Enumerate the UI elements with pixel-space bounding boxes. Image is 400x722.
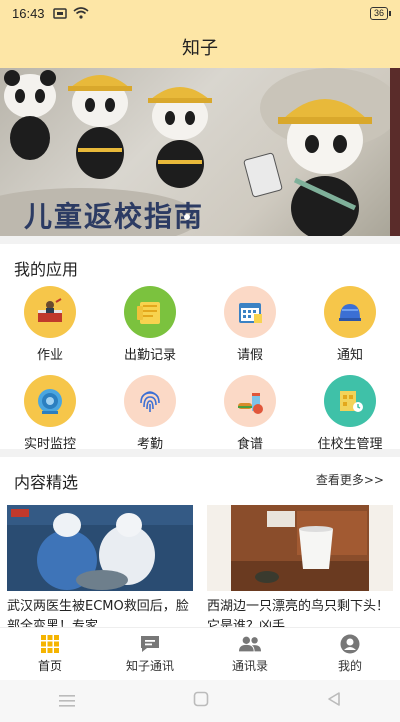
menu-icon[interactable] <box>59 692 75 711</box>
featured-content-section: 内容精选 查看更多>> 武汉两医生被ECMO救回后，脸部全变黑！专家... 西湖… <box>0 457 400 627</box>
bottom-tab-bar: 首页 知子通讯 通讯录 我的 <box>0 627 400 680</box>
app-notification[interactable]: 通知 <box>300 286 400 363</box>
app-homework[interactable]: 作业 <box>0 286 100 363</box>
app-label: 通知 <box>336 348 363 363</box>
app-leave[interactable]: 请假 <box>200 286 300 363</box>
status-bar: 16:43 36 <box>0 0 400 26</box>
status-icons <box>52 7 89 19</box>
article-thumbnail <box>207 505 393 591</box>
app-label: 请假 <box>236 348 263 363</box>
contacts-icon <box>239 634 261 654</box>
page-title: 知子 <box>182 38 218 59</box>
banner-carousel[interactable]: 儿童返校指南 <box>0 68 400 236</box>
app-boarding-management[interactable]: 住校生管理 <box>300 375 400 452</box>
attendance-record-icon <box>124 286 176 338</box>
see-more-link[interactable]: 查看更多>> <box>316 471 384 488</box>
tab-label: 通讯录 <box>231 659 268 673</box>
article-card[interactable]: 西湖边一只漂亮的鸟只剩下头！它是谁？凶手... <box>207 505 393 627</box>
app-grid: 作业 出勤记录 请假 通知 实时监控 考勤 食谱 住校生管理 <box>0 286 400 452</box>
homework-icon <box>24 286 76 338</box>
article-card[interactable]: 武汉两医生被ECMO救回后，脸部全变黑！专家... <box>7 505 193 627</box>
app-label: 住校生管理 <box>317 437 383 452</box>
app-label: 考勤 <box>136 437 163 452</box>
recipe-food-icon <box>224 375 276 427</box>
tab-label: 知子通讯 <box>125 659 174 673</box>
home-icon[interactable] <box>193 691 209 711</box>
my-apps-section: 我的应用 作业 出勤记录 请假 通知 实时监控 考勤 食谱 住校生管理 <box>0 244 400 452</box>
app-label: 实时监控 <box>23 437 76 452</box>
app-label: 作业 <box>36 348 63 363</box>
article-title: 武汉两医生被ECMO救回后，脸部全变黑！专家... <box>7 599 189 627</box>
boarding-student-icon <box>324 375 376 427</box>
status-time: 16:43 <box>12 5 45 21</box>
my-apps-title: 我的应用 <box>14 260 79 279</box>
app-header: 知子 <box>0 26 400 68</box>
chat-icon <box>139 634 161 654</box>
battery-icon: 36 <box>369 6 392 20</box>
notification-icon <box>52 7 67 19</box>
home-grid-icon <box>39 634 61 654</box>
banner-caption: 儿童返校指南 <box>24 200 205 233</box>
profile-icon <box>339 634 361 654</box>
wifi-icon <box>73 7 89 19</box>
leave-calendar-icon <box>224 286 276 338</box>
article-title: 西湖边一只漂亮的鸟只剩下头！它是谁？凶手... <box>207 599 390 627</box>
tab-home[interactable]: 首页 <box>0 628 100 680</box>
app-check-in[interactable]: 考勤 <box>100 375 200 452</box>
system-navigation-bar <box>0 680 400 722</box>
carousel-indicator <box>184 214 190 220</box>
app-recipe[interactable]: 食谱 <box>200 375 300 452</box>
app-label: 食谱 <box>236 437 263 452</box>
banner-edge <box>390 68 400 236</box>
tab-label: 我的 <box>337 659 362 673</box>
back-icon[interactable] <box>327 691 341 711</box>
app-label: 出勤记录 <box>123 348 176 363</box>
tab-messages[interactable]: 知子通讯 <box>100 628 200 680</box>
app-live-monitor[interactable]: 实时监控 <box>0 375 100 452</box>
app-attendance-record[interactable]: 出勤记录 <box>100 286 200 363</box>
article-thumbnail <box>7 505 193 591</box>
tab-contacts[interactable]: 通讯录 <box>200 628 300 680</box>
fingerprint-icon <box>124 375 176 427</box>
featured-title: 内容精选 <box>14 473 79 492</box>
tab-label: 首页 <box>37 659 62 673</box>
notification-bell-icon <box>324 286 376 338</box>
tab-profile[interactable]: 我的 <box>300 628 400 680</box>
monitor-camera-icon <box>24 375 76 427</box>
